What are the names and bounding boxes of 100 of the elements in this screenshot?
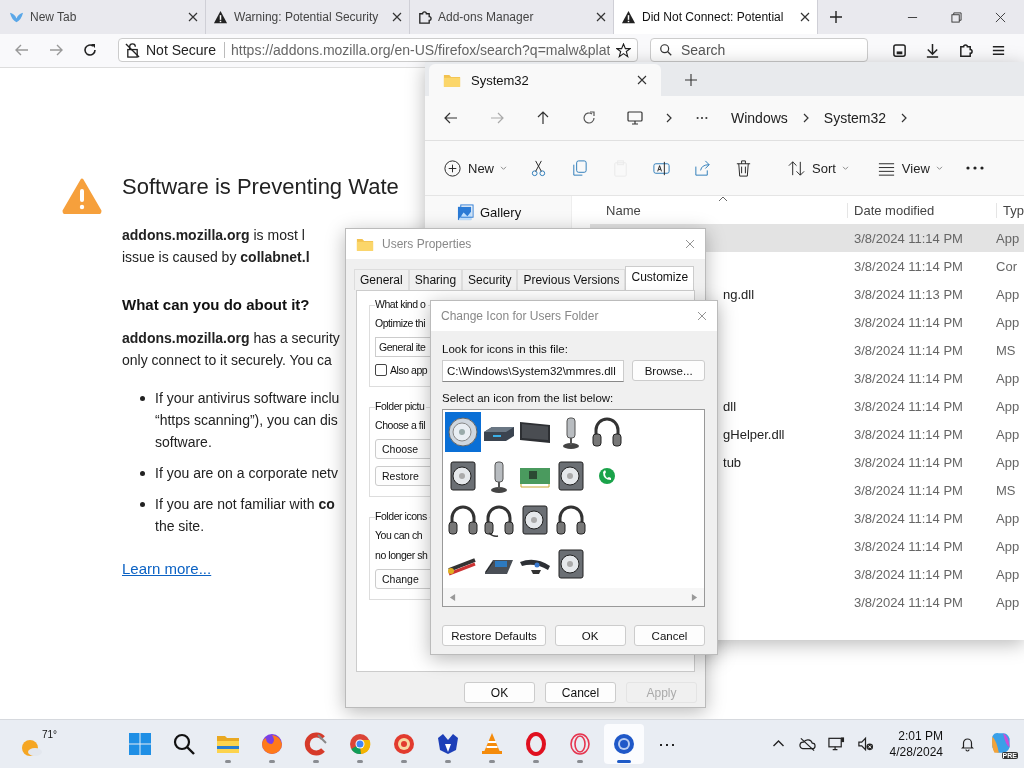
file-path-field[interactable]: C:\Windows\System32\mmres.dll (442, 360, 625, 382)
explorer-tab[interactable]: System32 (429, 64, 661, 96)
file-name: tub (723, 454, 742, 470)
bullet-text: “https scanning”), you can dis (155, 411, 338, 430)
breadcrumb-item[interactable]: Windows (731, 110, 788, 126)
cut-button[interactable] (529, 158, 548, 178)
search-field[interactable]: Search (650, 38, 868, 62)
dialog-button[interactable]: Restore Defaults (442, 625, 546, 646)
caret-icon (841, 165, 849, 171)
close-icon[interactable] (995, 11, 1006, 23)
learn-more-link[interactable]: Learn more... (122, 560, 212, 577)
dialog-button[interactable]: OK (464, 682, 535, 703)
shield-icon (436, 732, 460, 756)
dialog-tab[interactable]: Sharing (408, 269, 463, 290)
column-header[interactable]: Typ (996, 202, 1024, 218)
dialog-tab[interactable]: General (354, 269, 409, 290)
column-header[interactable]: Name (590, 202, 848, 218)
star-icon[interactable] (616, 42, 631, 58)
share-button[interactable] (693, 158, 712, 178)
dialog-button[interactable]: OK (554, 625, 626, 646)
bullet-icon (140, 471, 145, 476)
more-icon (964, 166, 985, 170)
more-button[interactable] (964, 166, 985, 170)
file-type: App (996, 566, 1021, 582)
new-button[interactable]: New (443, 158, 507, 178)
forward-icon[interactable] (48, 42, 64, 58)
scroll-right-icon[interactable] (691, 592, 698, 602)
close-icon[interactable] (800, 12, 810, 22)
close-icon[interactable] (392, 12, 402, 22)
browser-icon (348, 732, 372, 756)
list-label: Select an icon from the list below: (442, 392, 615, 404)
clock-date[interactable]: 4/28/2024 (889, 744, 943, 760)
sort-icon (787, 158, 806, 178)
file-type: App (996, 510, 1021, 526)
file-date: 3/8/2024 11:14 PM (853, 566, 964, 582)
breadcrumb-item[interactable]: System32 (823, 110, 887, 126)
bell-icon[interactable] (959, 736, 976, 752)
puzzle-icon[interactable] (958, 43, 973, 58)
file-date: 3/8/2024 11:14 PM (853, 594, 964, 610)
reload-icon[interactable] (82, 42, 98, 58)
speaker-muted-icon[interactable] (856, 736, 874, 752)
address-bar[interactable]: Not Secure https://addons.mozilla.org/en-US/firefox/search?q=malw&plat (118, 38, 638, 62)
sort-button[interactable]: Sort (787, 158, 849, 178)
close-icon[interactable] (596, 12, 606, 22)
close-icon[interactable] (637, 75, 647, 85)
close-icon[interactable] (188, 12, 198, 22)
fox-icon (260, 732, 284, 756)
computer-icon[interactable] (627, 110, 643, 126)
dialog-tab[interactable]: Customize (625, 266, 695, 290)
network-icon[interactable] (827, 736, 845, 752)
column-header[interactable]: Date modified (847, 202, 997, 218)
view-button[interactable]: View (876, 158, 943, 178)
bullet-text: If you are not familiar with co (155, 495, 335, 514)
file-date: 3/8/2024 11:14 PM (853, 398, 964, 414)
target-icon (392, 732, 416, 756)
up-icon[interactable] (535, 110, 551, 126)
save-icon[interactable] (892, 43, 907, 58)
dialog-button[interactable]: Cancel (634, 625, 705, 646)
dialog-button[interactable]: Cancel (545, 682, 616, 703)
file-type: App (996, 454, 1021, 470)
scroll-left-icon[interactable] (449, 592, 456, 602)
file-date: 3/8/2024 11:14 PM (853, 258, 964, 274)
dialog-tab[interactable]: Security (462, 269, 518, 290)
file-type: App (996, 230, 1021, 246)
restore-icon[interactable] (951, 11, 962, 23)
file-date: 3/8/2024 11:14 PM (853, 482, 964, 498)
back-icon[interactable] (443, 110, 459, 126)
chevron-icon (801, 112, 810, 124)
menu-icon[interactable] (991, 43, 1006, 58)
share-icon (693, 158, 712, 178)
search-icon (659, 43, 673, 57)
ring-icon (568, 732, 592, 756)
file-type: App (996, 594, 1021, 610)
refresh-icon[interactable] (581, 110, 597, 126)
folder-icon (356, 236, 374, 252)
dialog-title: Change Icon for Users Folder (441, 309, 600, 323)
file-type: MS (996, 342, 1017, 358)
sort-caret-icon (718, 196, 729, 202)
error-heading: Software is Preventing Wate (122, 173, 399, 201)
chevron-icon (900, 112, 909, 124)
taskbar-button[interactable] (604, 724, 644, 764)
browser-tab[interactable]: Did Not Connect: Potential (614, 0, 818, 34)
file-type: App (996, 398, 1021, 414)
clock-time[interactable]: 2:01 PM (898, 728, 943, 744)
copy-button[interactable] (570, 158, 589, 178)
new-tab-icon[interactable] (685, 74, 697, 86)
delete-button[interactable] (734, 158, 753, 178)
dialog-tab[interactable]: Previous Versions (517, 269, 626, 290)
new-tab-icon[interactable] (830, 11, 842, 23)
warning-icon (213, 9, 228, 25)
cloud-icon[interactable] (798, 736, 816, 752)
sidebar-item[interactable]: Gallery (425, 204, 572, 221)
section-heading: What can you do about it? (122, 296, 310, 313)
browse-button[interactable]: Browse... (632, 360, 705, 381)
checkbox[interactable] (375, 364, 387, 376)
more-apps-button[interactable]: ⋯ (648, 733, 686, 755)
file-type: Cor (996, 258, 1018, 274)
speaker-icon[interactable] (445, 412, 481, 452)
download-icon[interactable] (925, 43, 940, 58)
more-icon[interactable] (695, 116, 709, 120)
